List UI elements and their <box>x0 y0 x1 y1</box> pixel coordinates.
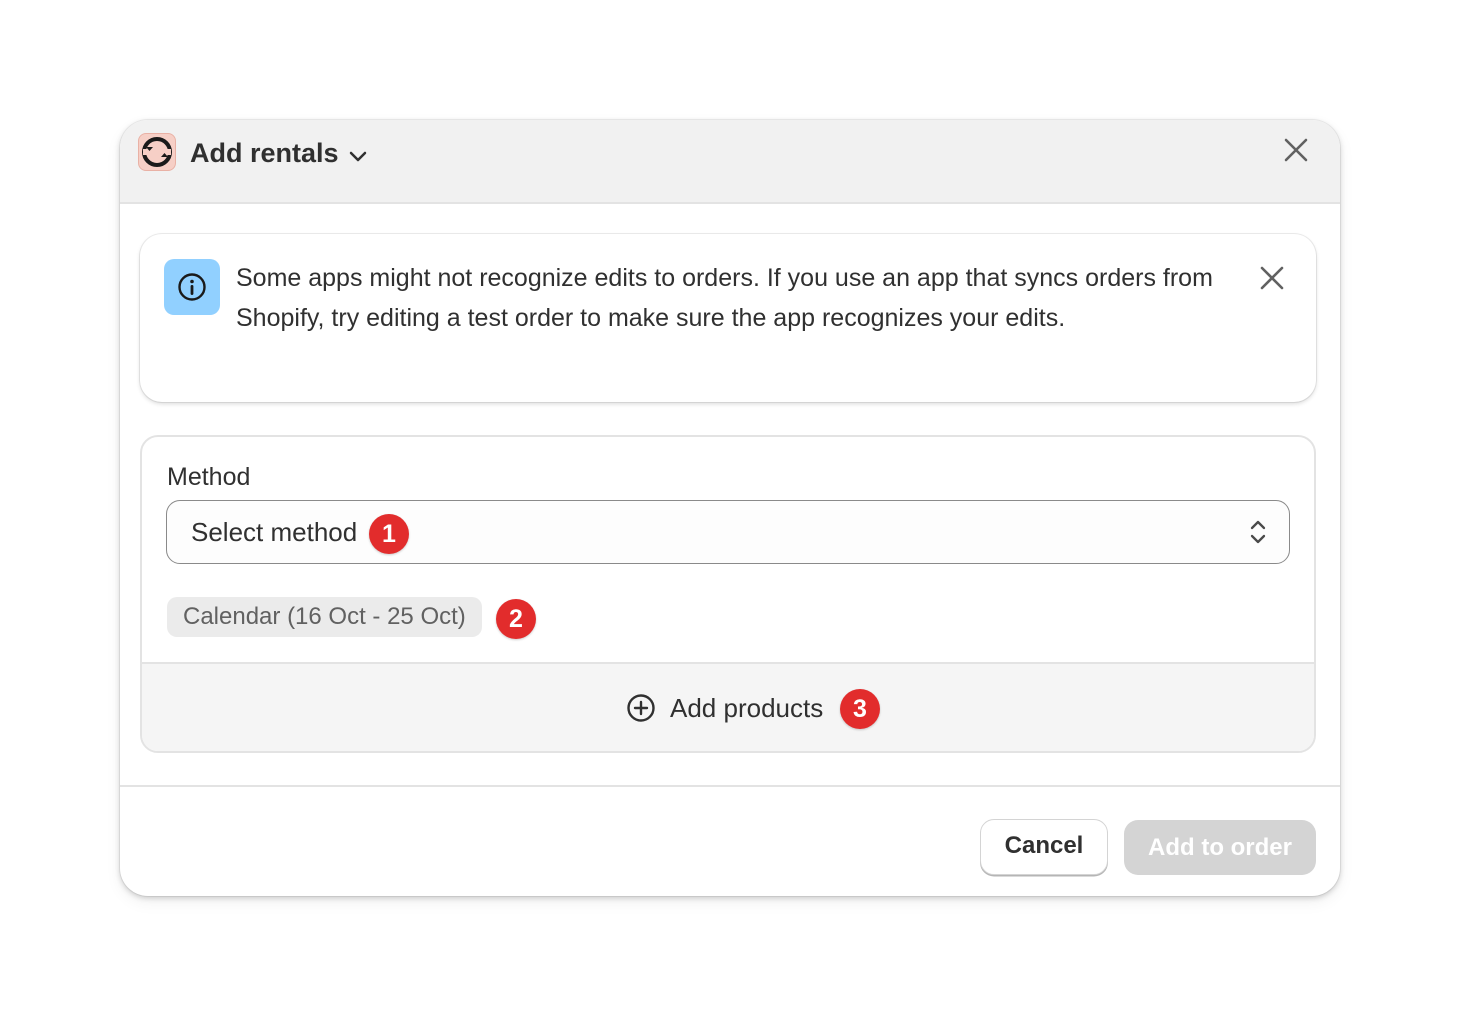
close-modal-button[interactable] <box>1278 132 1314 168</box>
info-icon <box>164 259 220 315</box>
info-banner: Some apps might not recognize edits to o… <box>140 234 1316 402</box>
method-select[interactable]: Select method <box>166 500 1290 564</box>
add-products-label: Add products <box>670 693 824 723</box>
step-badge: 2 <box>496 599 536 639</box>
method-select-value: Select method <box>191 517 358 547</box>
banner-message: Some apps might not recognize edits to o… <box>236 264 1213 332</box>
close-icon <box>1284 138 1308 162</box>
add-products-row: Add products <box>626 689 823 727</box>
sync-arrows-icon <box>138 133 176 171</box>
chevron-down-icon[interactable] <box>346 144 370 168</box>
calendar-tag[interactable]: Calendar (16 Oct - 25 Oct) <box>167 597 482 637</box>
plus-circle-icon <box>627 694 655 722</box>
add-products-button[interactable]: Add products 3 <box>142 662 1314 751</box>
select-caret-icon <box>1250 520 1266 544</box>
cancel-button[interactable]: Cancel <box>980 819 1108 875</box>
footer-divider <box>120 785 1340 787</box>
method-label: Method <box>167 463 251 491</box>
add-to-order-button[interactable]: Add to order <box>1124 820 1316 875</box>
modal-title[interactable]: Add rentals <box>190 136 339 170</box>
step-badge: 3 <box>840 689 880 729</box>
rental-card: Method Select method 1 Calendar (16 Oct … <box>140 435 1316 753</box>
close-icon <box>1260 266 1284 290</box>
add-rentals-modal: Add rentals Some apps might not recogniz… <box>120 120 1340 896</box>
modal-header: Add rentals <box>120 120 1340 204</box>
step-badge: 1 <box>369 514 409 554</box>
dismiss-banner-button[interactable] <box>1254 260 1290 296</box>
